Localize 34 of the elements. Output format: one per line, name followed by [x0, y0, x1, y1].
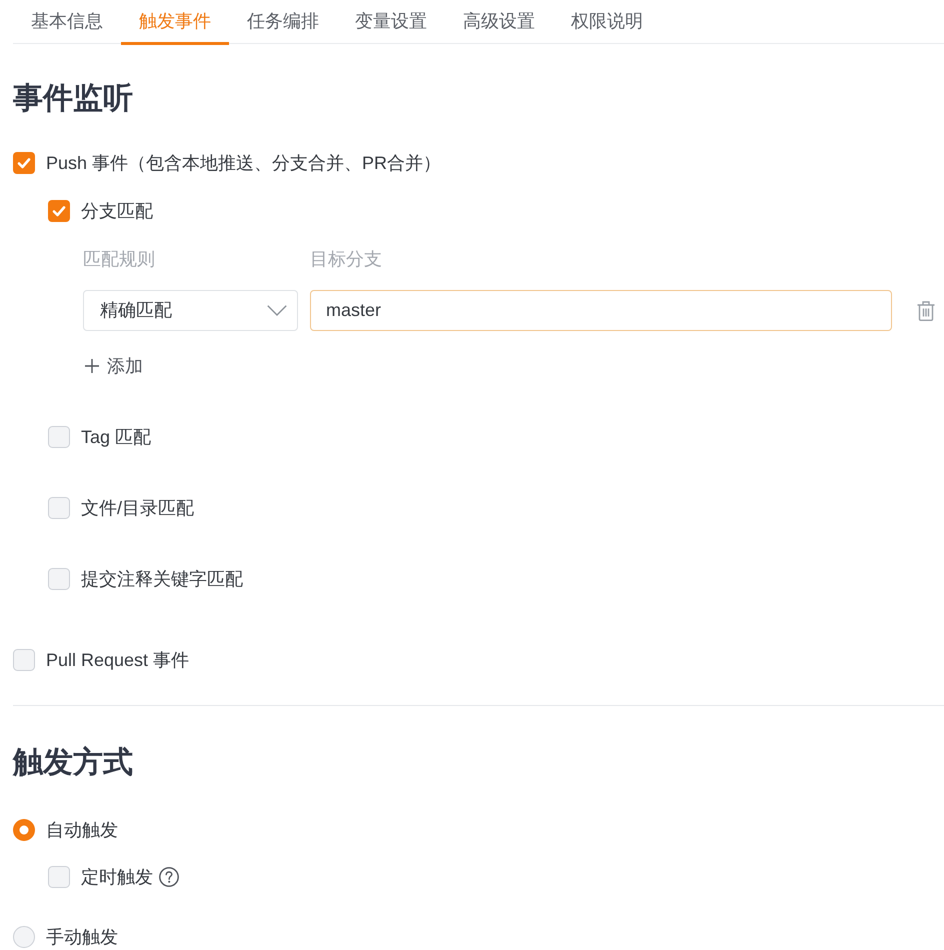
column-header: 目标分支 [310, 248, 382, 271]
radio-button[interactable] [13, 926, 35, 948]
checkbox[interactable] [13, 649, 35, 671]
tab[interactable]: 权限说明 [553, 0, 661, 45]
checkbox[interactable] [48, 866, 70, 888]
tab[interactable]: 任务编排 [229, 0, 337, 45]
option-label: Push 事件（包含本地推送、分支合并、PR合并） [46, 152, 442, 175]
add-button[interactable]: 添加 [83, 354, 143, 378]
plus-icon [85, 359, 99, 373]
checkbox[interactable] [13, 152, 35, 174]
section-title: 事件监听 [13, 81, 133, 117]
branch-input[interactable]: master [310, 290, 892, 331]
option-label: 提交注释关键字匹配 [81, 568, 243, 591]
chevron-down-icon [267, 305, 287, 316]
option-label: 分支匹配 [81, 200, 153, 223]
option-label: 自动触发 [46, 819, 118, 842]
select-field[interactable]: 精确匹配 [83, 290, 298, 331]
checkbox[interactable] [48, 497, 70, 519]
checkbox[interactable] [48, 200, 70, 222]
radio-button[interactable] [13, 819, 35, 841]
checkbox[interactable] [48, 426, 70, 448]
trash-icon[interactable] [917, 300, 935, 320]
tab[interactable]: 高级设置 [445, 0, 553, 45]
checkbox[interactable] [48, 568, 70, 590]
tab[interactable]: 基本信息 [13, 0, 121, 45]
option-label: 手动触发 [46, 926, 118, 949]
option-label: 定时触发 [81, 866, 153, 889]
option-label: Pull Request 事件 [46, 649, 190, 672]
help-icon[interactable] [159, 867, 179, 887]
tab[interactable]: 变量设置 [337, 0, 445, 45]
column-header: 匹配规则 [83, 248, 155, 271]
option-label: Tag 匹配 [81, 426, 152, 449]
section-title: 触发方式 [13, 744, 133, 781]
option-label: 文件/目录匹配 [81, 497, 194, 520]
